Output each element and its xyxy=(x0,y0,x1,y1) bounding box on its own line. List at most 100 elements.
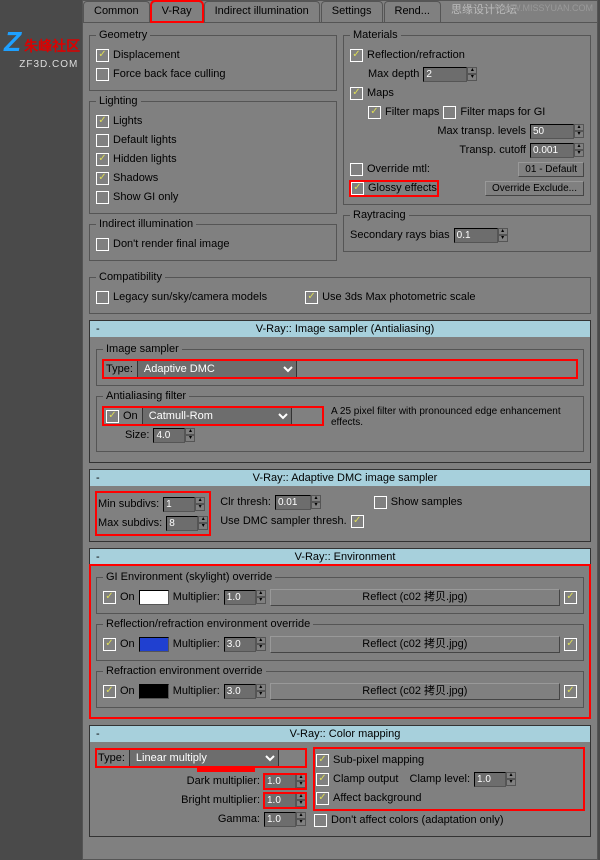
legacy-label: Legacy sun/sky/camera models xyxy=(113,291,267,303)
defaultlights-checkbox[interactable] xyxy=(96,134,109,147)
refr-env-group: Refraction environment override OnMultip… xyxy=(96,665,584,708)
gamma-input[interactable] xyxy=(264,812,296,827)
gi-map-button[interactable]: Reflect (c02 拷贝.jpg) xyxy=(270,589,560,606)
showsamples-checkbox[interactable] xyxy=(374,496,387,509)
refr-color-swatch[interactable] xyxy=(139,684,169,699)
materials-legend: Materials xyxy=(350,29,401,41)
hiddenlights-label: Hidden lights xyxy=(113,153,177,165)
subpixel-checkbox[interactable] xyxy=(316,754,329,767)
watermark-url: WWW.MISSYUAN.COM xyxy=(495,3,593,13)
cm-type-select[interactable]: Linear multiply xyxy=(129,749,279,767)
gi-mult-input[interactable] xyxy=(224,590,256,605)
dmc-header[interactable]: -V-Ray:: Adaptive DMC image sampler xyxy=(90,470,590,486)
gi-env-legend: GI Environment (skylight) override xyxy=(103,571,275,583)
dontrender-checkbox[interactable] xyxy=(96,238,109,251)
colormap-title: V-Ray:: Color mapping xyxy=(106,728,584,740)
collapse-icon: - xyxy=(96,323,106,335)
bias-input[interactable] xyxy=(454,228,498,243)
dark-input[interactable] xyxy=(264,774,296,789)
shadows-checkbox[interactable] xyxy=(96,172,109,185)
clr-input[interactable] xyxy=(275,495,311,510)
spinner-down-icon[interactable]: ▾ xyxy=(467,74,477,81)
tab-indirect[interactable]: Indirect illumination xyxy=(204,1,320,22)
refl-map-button[interactable]: Reflect (c02 拷贝.jpg) xyxy=(270,636,560,653)
affectbg-checkbox[interactable] xyxy=(316,792,329,805)
sampler-rollout: -V-Ray:: Image sampler (Antialiasing) Im… xyxy=(89,320,591,463)
dontaffect-checkbox[interactable] xyxy=(314,814,327,827)
gi-on-checkbox[interactable] xyxy=(103,591,116,604)
cutoff-input[interactable] xyxy=(530,143,574,158)
collapse-icon: - xyxy=(96,551,106,563)
clamplvl-input[interactable] xyxy=(474,772,506,787)
transp-input[interactable] xyxy=(530,124,574,139)
showgi-checkbox[interactable] xyxy=(96,191,109,204)
tab-common[interactable]: Common xyxy=(83,1,150,22)
maps-checkbox[interactable] xyxy=(350,87,363,100)
cutoff-label: Transp. cutoff xyxy=(459,144,526,156)
gamma-label: Gamma: xyxy=(218,813,260,825)
gi-color-swatch[interactable] xyxy=(139,590,169,605)
refl-color-swatch[interactable] xyxy=(139,637,169,652)
refr-map-button[interactable]: Reflect (c02 拷贝.jpg) xyxy=(270,683,560,700)
glossy-checkbox[interactable] xyxy=(351,182,364,195)
colormap-header[interactable]: -V-Ray:: Color mapping xyxy=(90,726,590,742)
refr-mult-label: Multiplier: xyxy=(173,685,220,697)
refl-on-checkbox[interactable] xyxy=(103,638,116,651)
gi-map-checkbox[interactable] xyxy=(564,591,577,604)
refl-mult-label: Multiplier: xyxy=(173,638,220,650)
refr-map-checkbox[interactable] xyxy=(564,685,577,698)
refl-on-label: On xyxy=(120,638,135,650)
lights-checkbox[interactable] xyxy=(96,115,109,128)
compat-group: Compatibility Legacy sun/sky/camera mode… xyxy=(89,271,591,314)
maxdepth-input[interactable] xyxy=(423,67,467,82)
legacy-checkbox[interactable] xyxy=(96,291,109,304)
maxsub-input[interactable] xyxy=(166,516,198,531)
reflrefr-checkbox[interactable] xyxy=(350,49,363,62)
hiddenlights-checkbox[interactable] xyxy=(96,153,109,166)
tab-settings[interactable]: Settings xyxy=(321,1,383,22)
collapse-icon: - xyxy=(96,728,106,740)
geometry-legend: Geometry xyxy=(96,29,150,41)
tab-vray[interactable]: V-Ray xyxy=(151,1,203,22)
refr-on-checkbox[interactable] xyxy=(103,685,116,698)
type-label: Type: xyxy=(106,363,133,375)
sampler-header[interactable]: -V-Ray:: Image sampler (Antialiasing) xyxy=(90,321,590,337)
aa-filter-group: Antialiasing filter On Catmull-Rom Size:… xyxy=(96,390,584,452)
bias-label: Secondary rays bias xyxy=(350,229,450,241)
tab-render[interactable]: Rend... xyxy=(384,1,441,22)
override-checkbox[interactable] xyxy=(350,163,363,176)
use3ds-checkbox[interactable] xyxy=(305,291,318,304)
exclude-button[interactable]: Override Exclude... xyxy=(485,181,584,196)
logo: Z 朱峰社区 ZF3D.COM xyxy=(4,26,80,70)
env-header[interactable]: -V-Ray:: Environment xyxy=(90,549,590,565)
aa-filter-select[interactable]: Catmull-Rom xyxy=(142,407,292,425)
image-sampler-group: Image sampler Type: Adaptive DMC xyxy=(96,343,584,386)
subpixel-label: Sub-pixel mapping xyxy=(333,754,424,766)
filtergi-checkbox[interactable] xyxy=(443,106,456,119)
forceback-label: Force back face culling xyxy=(113,68,226,80)
aa-size-input[interactable] xyxy=(153,428,185,443)
aa-desc: A 25 pixel filter with pronounced edge e… xyxy=(331,406,577,445)
filtermaps-checkbox[interactable] xyxy=(368,106,381,119)
logo-title: 朱峰社区 xyxy=(24,38,80,54)
refl-env-group: Reflection/refraction environment overri… xyxy=(96,618,584,661)
indirect-legend: Indirect illumination xyxy=(96,218,196,230)
bright-input[interactable] xyxy=(264,793,296,808)
filtergi-label: Filter maps for GI xyxy=(460,106,545,118)
refr-mult-input[interactable] xyxy=(224,684,256,699)
displacement-label: Displacement xyxy=(113,49,180,61)
showgi-label: Show GI only xyxy=(113,191,178,203)
refl-map-checkbox[interactable] xyxy=(564,638,577,651)
override-button[interactable]: 01 - Default xyxy=(518,162,584,177)
minsub-input[interactable] xyxy=(163,497,195,512)
spinner-up-icon[interactable]: ▴ xyxy=(467,67,477,74)
showsamples-label: Show samples xyxy=(391,496,463,508)
refr-env-legend: Refraction environment override xyxy=(103,665,266,677)
forceback-checkbox[interactable] xyxy=(96,68,109,81)
sampler-type-select[interactable]: Adaptive DMC xyxy=(137,360,297,378)
clamp-checkbox[interactable] xyxy=(316,773,329,786)
aa-on-checkbox[interactable] xyxy=(106,410,119,423)
usedmc-checkbox[interactable] xyxy=(351,515,364,528)
displacement-checkbox[interactable] xyxy=(96,49,109,62)
refl-mult-input[interactable] xyxy=(224,637,256,652)
